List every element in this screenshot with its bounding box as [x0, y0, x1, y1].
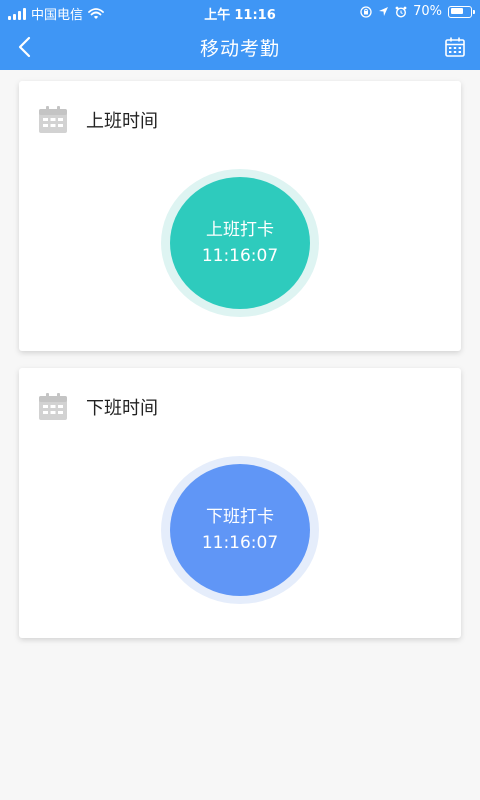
battery-icon: [448, 5, 475, 18]
calendar-icon: [39, 393, 67, 420]
clock-in-button-label: 上班打卡: [206, 220, 274, 240]
nav-bar: 移动考勤: [0, 24, 480, 70]
clock-in-card: 上班时间 上班打卡 11:16:07: [19, 81, 461, 351]
clock-out-button[interactable]: 下班打卡 11:16:07: [170, 464, 310, 596]
location-icon: [379, 7, 389, 16]
alarm-icon: [395, 6, 407, 18]
battery-fill: [450, 8, 464, 14]
clock-in-ring: 上班打卡 11:16:07: [161, 169, 319, 317]
calendar-button[interactable]: [440, 32, 470, 62]
clock-in-card-header: 上班时间: [38, 105, 158, 135]
time-value: 11:16: [234, 8, 276, 23]
rotation-lock-icon: [360, 5, 372, 18]
clock-out-title: 下班时间: [86, 398, 158, 419]
clock-out-button-time: 11:16:07: [201, 533, 279, 553]
clock-out-card-header: 下班时间: [38, 392, 158, 422]
clock-in-button[interactable]: 上班打卡 11:16:07: [170, 177, 310, 309]
calendar-icon: [39, 106, 67, 133]
status-right: 70%: [360, 4, 475, 19]
clock-in-button-time: 11:16:07: [201, 246, 279, 266]
battery-nub: [473, 9, 475, 14]
clock-in-title: 上班时间: [86, 111, 158, 132]
calendar-icon: [445, 37, 465, 57]
clock-out-card: 下班时间 下班打卡 11:16:07: [19, 368, 461, 638]
clock-out-ring: 下班打卡 11:16:07: [161, 456, 319, 604]
clock-out-button-label: 下班打卡: [206, 507, 274, 527]
time-prefix: 上午: [204, 8, 231, 23]
app-header: 中国电信 上午 11:16 70% 移动考勤: [0, 0, 480, 70]
page-title: 移动考勤: [199, 38, 280, 60]
status-bar: 中国电信 上午 11:16 70%: [0, 0, 480, 24]
battery-percent: 70%: [413, 4, 442, 19]
